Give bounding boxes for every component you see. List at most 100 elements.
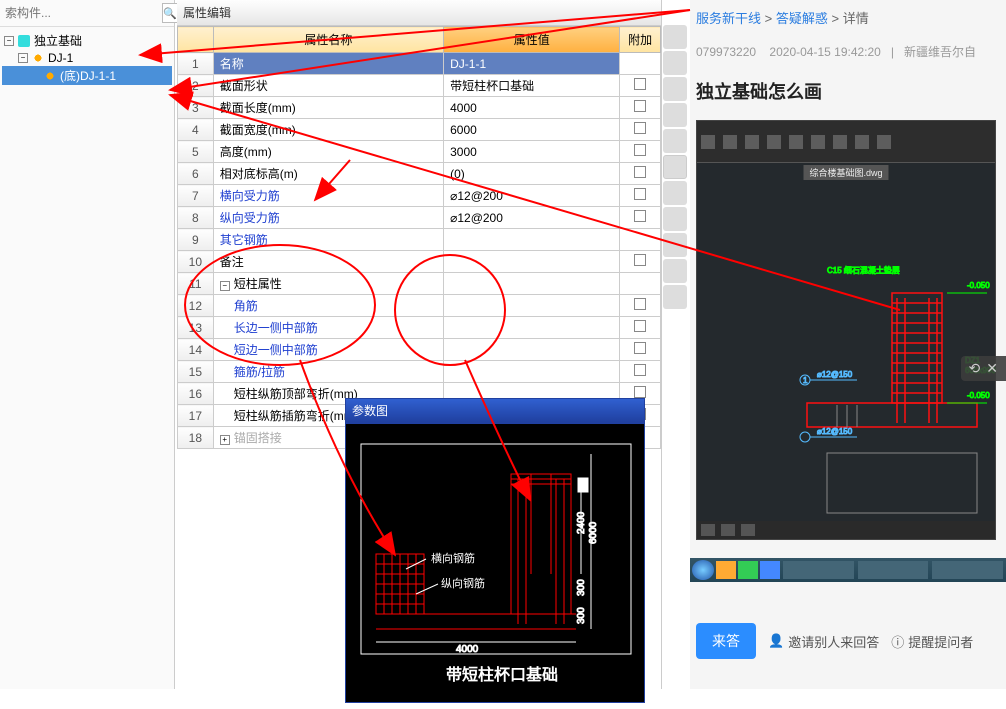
svg-text:6000: 6000: [588, 521, 599, 544]
checkbox[interactable]: [634, 254, 646, 266]
tree-root-row[interactable]: − 独立基础: [2, 31, 172, 50]
prop-extra-cell[interactable]: [620, 273, 661, 295]
collapse-icon[interactable]: −: [18, 53, 28, 63]
invite-button[interactable]: 👤 邀请别人来回答: [768, 632, 879, 651]
checkbox[interactable]: [634, 188, 646, 200]
side-icon[interactable]: [663, 129, 687, 153]
side-icon[interactable]: [663, 103, 687, 127]
breadcrumb-link[interactable]: 服务新干线: [696, 11, 761, 26]
taskbar-item[interactable]: [932, 561, 1003, 579]
cad-drawing: C15 细石混凝土垫层 DZ1 600x900 -0.050 -0.050 1 …: [697, 173, 997, 533]
prop-name-cell: 截面形状: [213, 75, 443, 97]
checkbox[interactable]: [634, 342, 646, 354]
prop-value-cell[interactable]: [444, 361, 620, 383]
prop-value-cell[interactable]: ⌀12@200: [444, 185, 620, 207]
table-row[interactable]: 9其它钢筋: [178, 229, 661, 251]
table-row[interactable]: 1名称DJ-1-1: [178, 53, 661, 75]
side-icon[interactable]: [663, 233, 687, 257]
taskbar-item[interactable]: [760, 561, 780, 579]
weibo-icon[interactable]: [663, 51, 687, 75]
prop-value-cell[interactable]: 3000: [444, 141, 620, 163]
prop-value-cell[interactable]: [444, 317, 620, 339]
prop-value-cell[interactable]: 6000: [444, 119, 620, 141]
prop-extra-cell[interactable]: [620, 251, 661, 273]
prop-value-cell[interactable]: (0): [444, 163, 620, 185]
start-button[interactable]: [692, 560, 714, 580]
table-row[interactable]: 7横向受力筋⌀12@200: [178, 185, 661, 207]
prop-extra-cell[interactable]: [620, 53, 661, 75]
prop-value-cell[interactable]: ⌀12@200: [444, 207, 620, 229]
answer-button[interactable]: 来答: [696, 623, 756, 659]
table-row[interactable]: 10备注: [178, 251, 661, 273]
prop-extra-cell[interactable]: [620, 163, 661, 185]
prop-value-cell[interactable]: [444, 251, 620, 273]
table-row[interactable]: 13长边一侧中部筋: [178, 317, 661, 339]
table-row[interactable]: 2截面形状带短柱杯口基础: [178, 75, 661, 97]
checkbox[interactable]: [634, 166, 646, 178]
checkbox[interactable]: [634, 364, 646, 376]
prop-extra-cell[interactable]: [620, 75, 661, 97]
checkbox[interactable]: [634, 386, 646, 398]
prop-extra-cell[interactable]: [620, 207, 661, 229]
prop-extra-cell[interactable]: [620, 339, 661, 361]
prop-value-cell[interactable]: 4000: [444, 97, 620, 119]
svg-text:1: 1: [803, 376, 808, 385]
prop-value-cell[interactable]: DJ-1-1: [444, 53, 620, 75]
taskbar-item[interactable]: [783, 561, 854, 579]
prop-extra-cell[interactable]: [620, 185, 661, 207]
prop-extra-cell[interactable]: [620, 295, 661, 317]
side-icon[interactable]: [663, 259, 687, 283]
prop-name-cell: 箍筋/拉筋: [213, 361, 443, 383]
side-icon[interactable]: [663, 207, 687, 231]
svg-text:-0.050: -0.050: [967, 391, 990, 400]
taskbar-item[interactable]: [716, 561, 736, 579]
table-row[interactable]: 11−短柱属性: [178, 273, 661, 295]
taskbar-item[interactable]: [738, 561, 758, 579]
prop-extra-cell[interactable]: [620, 119, 661, 141]
side-icon[interactable]: [663, 181, 687, 205]
table-row[interactable]: 12角筋: [178, 295, 661, 317]
side-icon[interactable]: [663, 77, 687, 101]
prop-extra-cell[interactable]: [620, 361, 661, 383]
cad-screenshot[interactable]: 综合楼基础图.dwg C15 细石混凝土垫层 DZ1 600x900 -0.05…: [696, 120, 996, 540]
checkbox[interactable]: [634, 298, 646, 310]
side-icon[interactable]: [663, 155, 687, 179]
row-number: 12: [178, 295, 214, 317]
prop-extra-cell[interactable]: [620, 317, 661, 339]
table-row[interactable]: 3截面长度(mm)4000: [178, 97, 661, 119]
search-button[interactable]: 🔍: [162, 3, 178, 23]
checkbox[interactable]: [634, 144, 646, 156]
col-name-header: 属性名称: [213, 27, 443, 53]
table-row[interactable]: 6相对底标高(m)(0): [178, 163, 661, 185]
checkbox[interactable]: [634, 210, 646, 222]
side-icon[interactable]: [663, 285, 687, 309]
tree-child1-row[interactable]: − DJ-1: [2, 50, 172, 66]
close-icon[interactable]: ✕: [986, 360, 998, 377]
collapse-icon[interactable]: −: [4, 36, 14, 46]
table-row[interactable]: 8纵向受力筋⌀12@200: [178, 207, 661, 229]
prop-extra-cell[interactable]: [620, 141, 661, 163]
svg-text:⌀12@150: ⌀12@150: [817, 370, 853, 379]
checkbox[interactable]: [634, 122, 646, 134]
checkbox[interactable]: [634, 320, 646, 332]
prop-value-cell[interactable]: [444, 229, 620, 251]
tree-child2-row[interactable]: (底)DJ-1-1: [2, 66, 172, 85]
table-row[interactable]: 15箍筋/拉筋: [178, 361, 661, 383]
prop-extra-cell[interactable]: [620, 229, 661, 251]
rotate-icon[interactable]: ⟲: [969, 360, 981, 377]
table-row[interactable]: 4截面宽度(mm)6000: [178, 119, 661, 141]
table-row[interactable]: 5高度(mm)3000: [178, 141, 661, 163]
prop-value-cell[interactable]: [444, 273, 620, 295]
taskbar-item[interactable]: [858, 561, 929, 579]
search-input[interactable]: [3, 4, 162, 22]
notify-button[interactable]: ⓘ 提醒提问者: [891, 632, 973, 651]
prop-value-cell[interactable]: [444, 295, 620, 317]
checkbox[interactable]: [634, 78, 646, 90]
prop-extra-cell[interactable]: [620, 97, 661, 119]
table-row[interactable]: 14短边一侧中部筋: [178, 339, 661, 361]
prop-value-cell[interactable]: [444, 339, 620, 361]
breadcrumb-link[interactable]: 答疑解惑: [776, 11, 828, 26]
side-icon[interactable]: [663, 25, 687, 49]
prop-value-cell[interactable]: 带短柱杯口基础: [444, 75, 620, 97]
checkbox[interactable]: [634, 100, 646, 112]
